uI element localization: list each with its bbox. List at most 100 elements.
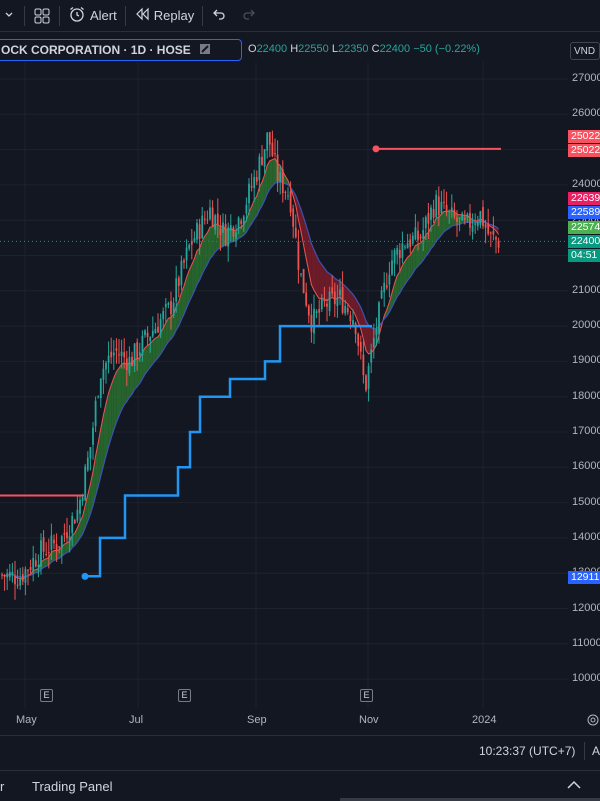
- candle-body: [97, 396, 99, 397]
- candle-body: [183, 260, 185, 262]
- settings-square-icon[interactable]: [199, 43, 211, 58]
- candle-body: [454, 210, 456, 217]
- high-key: H: [290, 43, 298, 55]
- candle-body: [235, 232, 237, 238]
- earnings-marker[interactable]: E: [40, 689, 53, 702]
- candle-body: [64, 533, 66, 535]
- candle-body: [27, 570, 29, 571]
- candle-body: [178, 278, 180, 286]
- candle-body: [459, 218, 461, 219]
- candle-body: [168, 303, 170, 305]
- candle-body: [417, 231, 419, 241]
- candle-body: [376, 329, 378, 335]
- candle-body: [279, 172, 281, 182]
- candle-body: [368, 366, 370, 389]
- candle-body: [175, 278, 177, 301]
- candle-body: [370, 349, 372, 362]
- price-axis-label: 16000: [572, 460, 600, 472]
- candle-body: [412, 236, 414, 244]
- candle-body: [14, 576, 16, 585]
- candle-body: [363, 355, 365, 375]
- candle-body: [495, 237, 497, 239]
- candle-body: [461, 214, 463, 221]
- ribbon-segment: [153, 338, 156, 364]
- candle-body: [113, 353, 115, 356]
- price-axis-label: 21000: [572, 284, 600, 296]
- candle-body: [448, 211, 450, 212]
- price-axis-label: 26000: [572, 107, 600, 119]
- price-tag: 25022: [568, 130, 600, 143]
- candle-body: [498, 241, 500, 248]
- candle-body: [407, 243, 409, 248]
- candle-body: [409, 239, 411, 247]
- candle-body: [43, 537, 45, 551]
- candle-body: [61, 536, 63, 548]
- candle-body: [300, 273, 302, 274]
- earnings-marker[interactable]: E: [178, 689, 191, 702]
- candle-body: [108, 356, 110, 363]
- ribbon-segment: [408, 255, 411, 280]
- candle-body: [277, 155, 279, 181]
- candle-body: [394, 250, 396, 263]
- candle-body: [272, 143, 274, 156]
- candle-body: [386, 285, 388, 287]
- candle-body: [290, 191, 292, 212]
- ribbon-segment: [317, 256, 320, 299]
- price-chart[interactable]: [0, 0, 600, 735]
- candle-body: [25, 569, 27, 583]
- symbol-legend[interactable]: OCK CORPORATION · 1D · HOSE: [0, 39, 242, 61]
- chevron-up-icon[interactable]: [566, 779, 582, 794]
- candle-body: [66, 532, 68, 538]
- currency-select[interactable]: VND: [570, 42, 600, 60]
- candle-body: [30, 567, 32, 570]
- candle-body: [129, 357, 131, 373]
- candle-body: [58, 546, 60, 547]
- candle-body: [207, 220, 209, 221]
- status-divider: [584, 742, 585, 760]
- change-value: −50 (−0.22%): [413, 43, 480, 55]
- candle-body: [77, 510, 79, 521]
- candle-body: [474, 224, 476, 225]
- candle-body: [274, 153, 276, 154]
- candle-body: [186, 248, 188, 261]
- candle-body: [342, 287, 344, 313]
- candle-body: [480, 211, 482, 225]
- ribbon-segment: [314, 250, 317, 295]
- tab-trading-panel[interactable]: Trading Panel: [32, 779, 112, 794]
- clock-label[interactable]: 10:23:37 (UTC+7): [479, 744, 575, 758]
- candle-body: [4, 575, 6, 576]
- adjust-label[interactable]: A: [592, 744, 600, 758]
- candle-body: [9, 572, 11, 577]
- candle-body: [292, 208, 294, 226]
- candle-body: [84, 466, 86, 500]
- candle-body: [173, 303, 175, 316]
- high-value: 22550: [298, 43, 329, 55]
- ribbon-segment: [145, 345, 148, 374]
- candle-body: [105, 363, 107, 370]
- earnings-marker[interactable]: E: [360, 689, 373, 702]
- candle-body: [321, 298, 323, 310]
- candle-body: [311, 315, 313, 332]
- resistance-line-anchor[interactable]: [373, 145, 380, 152]
- candle-body: [225, 224, 227, 245]
- panel-tab-cut[interactable]: r: [0, 779, 4, 794]
- candle-body: [17, 585, 19, 586]
- candle-body: [155, 329, 157, 333]
- candle-body: [147, 333, 149, 337]
- candle-body: [487, 223, 489, 234]
- candle-body: [420, 237, 422, 239]
- candle-body: [425, 217, 427, 228]
- candle-body: [396, 248, 398, 254]
- candle-body: [282, 169, 284, 193]
- candle-body: [295, 228, 297, 238]
- candle-body: [329, 292, 331, 312]
- candle-body: [451, 207, 453, 211]
- candle-body: [45, 554, 47, 555]
- candle-body: [415, 227, 417, 239]
- candle-body: [116, 348, 118, 350]
- candle-body: [71, 516, 73, 533]
- candle-body: [251, 186, 253, 188]
- settings-gear-icon[interactable]: [586, 713, 600, 730]
- ohlc-readout: O22400 H22550 L22350 C22400 −50 (−0.22%): [248, 43, 480, 55]
- trailing-stop-start-point[interactable]: [82, 573, 89, 580]
